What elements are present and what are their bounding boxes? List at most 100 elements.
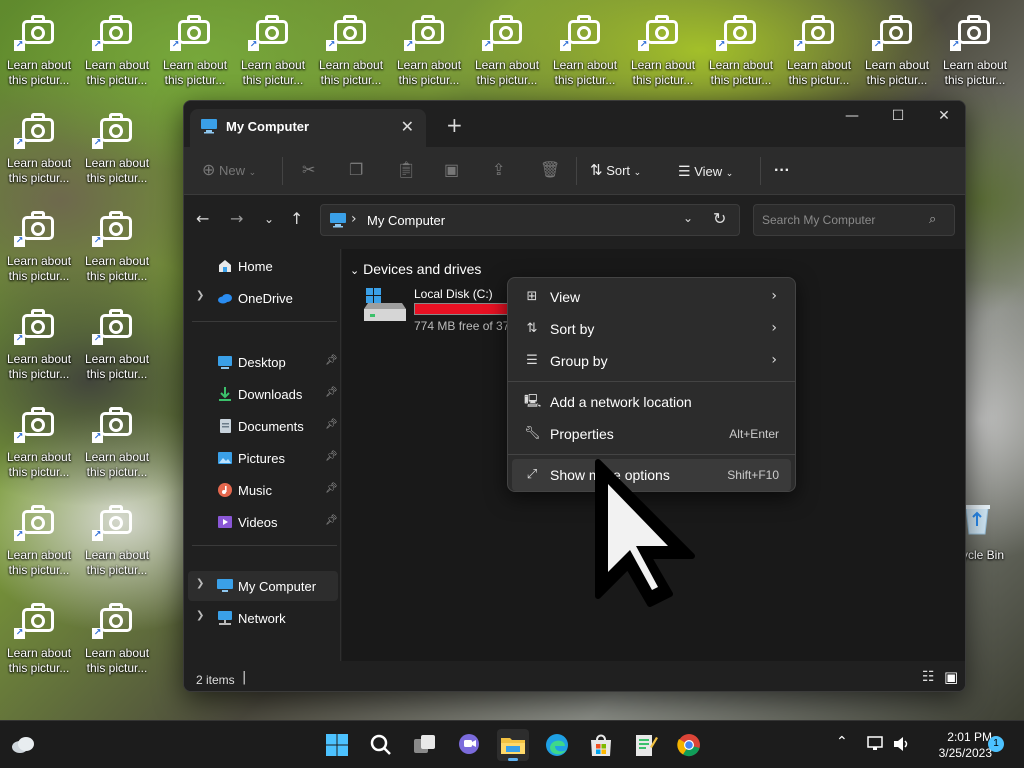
tiles-view-icon[interactable]: ▣ [944,668,958,686]
start-button[interactable] [321,729,353,761]
menu-item-sort-by[interactable]: ⇅ Sort by › [512,313,791,345]
tab-close-icon[interactable]: ✕ [401,117,414,136]
desktop-icon[interactable]: ↗ Learn about this pictur... [624,0,702,94]
task-view-icon [414,735,435,753]
sidebar-item-videos[interactable]: Videos 📌︎ [188,507,338,537]
menu-item-view[interactable]: ⊞ View › [512,281,791,313]
desktop-icon[interactable]: ↗ Learn about this pictur... [0,490,78,584]
search-taskbar-button[interactable] [365,729,397,761]
sort-icon: ⇅ [590,162,603,179]
tab-my-computer[interactable]: My Computer ✕ [190,109,426,147]
minimize-button[interactable]: — [829,101,875,133]
desktop-icon[interactable]: ↗ Learn about this pictur... [390,0,468,94]
back-arrow-icon[interactable]: ← [196,209,209,228]
desktop-icon[interactable]: ↗ Learn about this pictur... [0,98,78,192]
desktop-icon-label: Learn about this pictur... [6,352,72,381]
expand-chevron-icon[interactable]: ❯ [196,578,204,589]
cut-icon[interactable]: ✂ [302,147,315,195]
sidebar-item-documents[interactable]: Documents 📌︎ [188,411,338,441]
active-indicator [508,758,518,761]
desktop-icon[interactable]: ↗ Learn about this pictur... [234,0,312,94]
menu-item-add-network-location[interactable]: 🖳︎ Add a network location [512,386,791,418]
network-icon [218,611,232,625]
desktop-icon[interactable]: ↗ Learn about this pictur... [78,196,156,290]
weather-icon[interactable] [10,733,36,757]
network-status-icon[interactable] [866,735,886,753]
more-options-button[interactable]: ··· [774,147,790,195]
desktop-icon[interactable]: ↗ Learn about this pictur... [0,294,78,388]
desktop-icon[interactable]: ↗ Learn about this pictur... [0,392,78,486]
breadcrumb-chevron-icon[interactable]: › [351,211,357,227]
clock[interactable]: 2:01 PM 3/25/2023 [926,729,992,761]
sidebar-item-music[interactable]: Music 📌︎ [188,475,338,505]
sidebar-item-desktop[interactable]: Desktop 📌︎ [188,347,338,377]
task-view-button[interactable] [409,729,441,761]
delete-icon[interactable]: 🗑︎ [540,147,560,195]
shortcut-arrow-icon: ↗ [872,40,883,51]
copy-icon[interactable]: ❐ [349,147,363,195]
file-explorer-taskbar-button[interactable] [497,729,529,761]
address-dropdown-icon[interactable]: ⌄ [683,211,693,225]
toolbar-divider [760,157,761,185]
up-arrow-icon[interactable]: ↑ [290,209,303,228]
desktop-icon[interactable]: ↗ Learn about this pictur... [858,0,936,94]
chrome-button[interactable] [673,729,705,761]
desktop-icon[interactable]: ↗ Learn about this pictur... [78,588,156,682]
view-button[interactable]: ☰ View ⌄ [678,147,733,195]
search-icon[interactable]: ⌕ [929,212,936,227]
breadcrumb-path[interactable]: My Computer [367,213,445,228]
new-button[interactable]: ⊕ New ⌄ [202,147,256,195]
desktop-icon[interactable]: ↗ Learn about this pictur... [780,0,858,94]
sidebar-item-onedrive[interactable]: ❯ OneDrive [188,283,338,313]
sidebar-item-network[interactable]: ❯ Network [188,603,338,633]
edge-button[interactable] [541,729,573,761]
desktop-icon[interactable]: ↗ Learn about this pictur... [156,0,234,94]
desktop-icon[interactable]: ↗ Learn about this pictur... [936,0,1014,94]
desktop-icon[interactable]: ↗ Learn about this pictur... [546,0,624,94]
volume-icon[interactable] [892,735,912,753]
shortcut-arrow-icon: ↗ [92,432,103,443]
show-hidden-icons-chevron[interactable]: ⌃ [836,734,848,750]
group-header[interactable]: ⌄ Devices and drives [350,261,481,277]
desktop-icon[interactable]: ↗ Learn about this pictur... [468,0,546,94]
menu-item-group-by[interactable]: ☰ Group by › [512,345,791,377]
desktop-icon[interactable]: ↗ Learn about this pictur... [0,196,78,290]
sidebar-item-home[interactable]: Home [188,251,338,281]
desktop-icon[interactable]: ↗ Learn about this pictur... [78,0,156,94]
sidebar-item-pictures[interactable]: Pictures 📌︎ [188,443,338,473]
maximize-button[interactable]: ☐ [875,101,921,133]
recent-locations-chevron-icon[interactable]: ⌄ [264,212,274,226]
view-icon: ☰ [678,163,691,179]
sidebar-item-my-computer[interactable]: ❯ My Computer [188,571,338,601]
menu-item-properties[interactable]: 🔧︎ Properties Alt+Enter [512,418,791,450]
store-button[interactable] [585,729,617,761]
sidebar-item-downloads[interactable]: Downloads 📌︎ [188,379,338,409]
address-bar[interactable]: › My Computer ⌄ ↻ [320,204,740,236]
details-view-icon[interactable]: ☷ [922,669,935,685]
desktop-icon[interactable]: ↗ Learn about this pictur... [0,0,78,94]
desktop-icon[interactable]: ↗ Learn about this pictur... [702,0,780,94]
desktop-icon[interactable]: ↗ Learn about this pictur... [78,98,156,192]
notification-badge[interactable]: 1 [988,736,1004,752]
expand-chevron-icon[interactable]: ❯ [196,610,204,621]
status-divider: | [242,670,247,685]
close-button[interactable]: ✕ [921,101,965,133]
desktop-icon[interactable]: ↗ Learn about this pictur... [78,392,156,486]
expand-chevron-icon[interactable]: ❯ [196,290,204,301]
new-tab-icon[interactable]: + [446,113,463,137]
desktop-icon[interactable]: ↗ Learn about this pictur... [0,588,78,682]
desktop-icon[interactable]: ↗ Learn about this pictur... [312,0,390,94]
forward-arrow-icon[interactable]: → [230,209,243,228]
share-icon[interactable]: ⇪ [492,147,505,195]
sort-button[interactable]: ⇅ Sort ⌄ [590,147,641,195]
clock-time: 2:01 PM [947,730,992,744]
status-bar: 2 items | ☷ ▣ [184,661,965,691]
refresh-icon[interactable]: ↻ [713,209,726,228]
search-input[interactable] [753,204,955,236]
desktop-icon[interactable]: ↗ Learn about this pictur... [78,490,156,584]
paste-icon[interactable]: 📋︎ [396,147,416,195]
chat-button[interactable] [453,729,485,761]
desktop-icon[interactable]: ↗ Learn about this pictur... [78,294,156,388]
rename-icon[interactable]: ▣ [444,147,459,195]
notepad-button[interactable] [629,729,661,761]
